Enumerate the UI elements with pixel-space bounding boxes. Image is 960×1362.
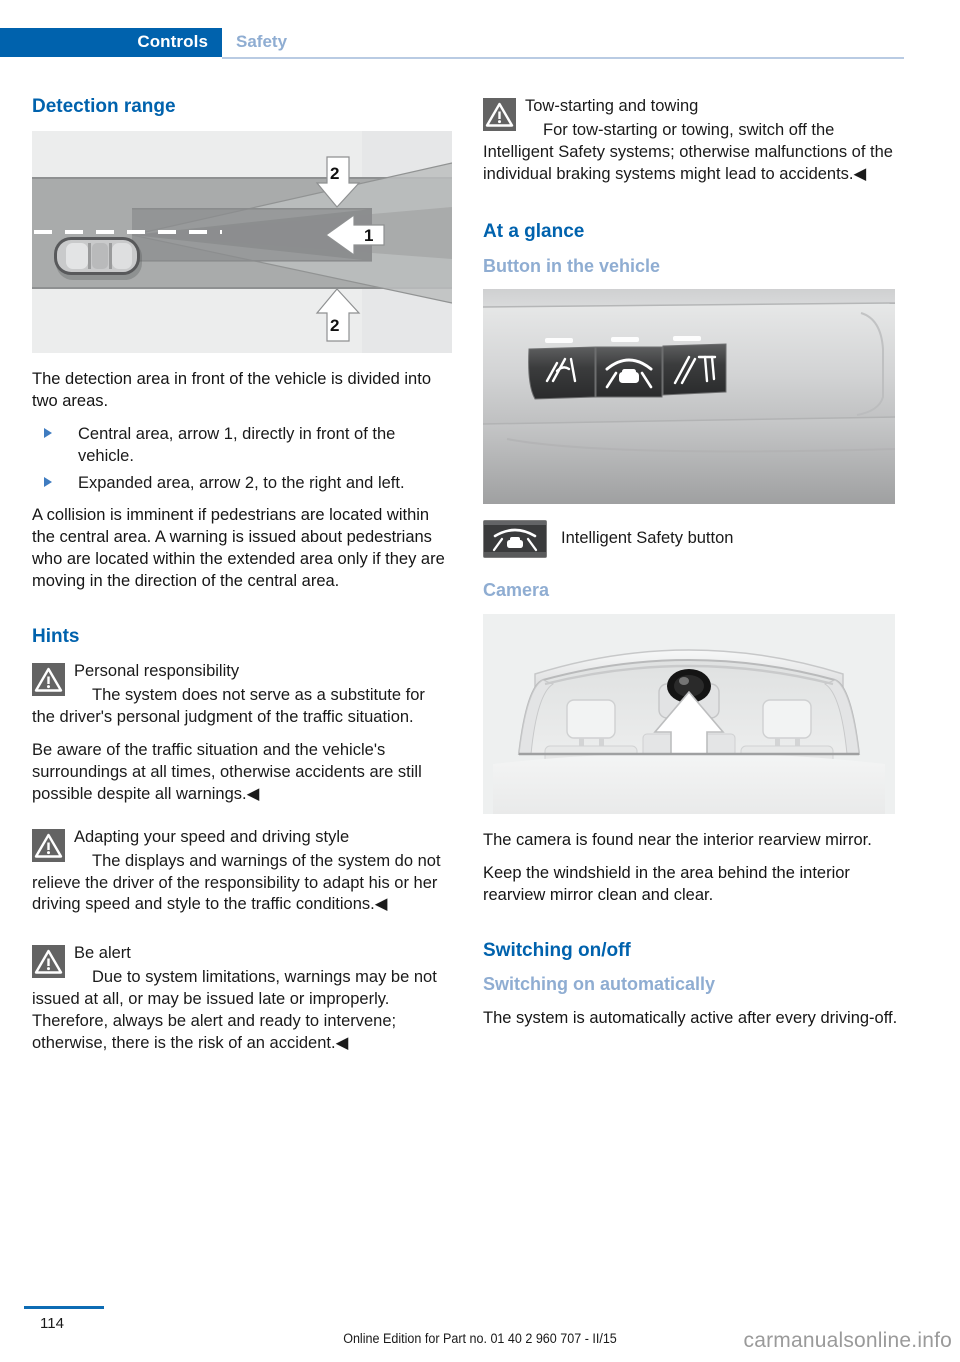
warning-be-alert: Be alert Due to system limitations, warn… xyxy=(32,943,452,1055)
page-header: Controls Safety xyxy=(0,0,960,60)
right-column: Tow-starting and towing For tow-starting… xyxy=(483,96,903,1041)
warning-title: Be alert xyxy=(74,944,131,963)
heading-switching-on-off: Switching on/off xyxy=(483,939,631,961)
vehicle-button-panel-photo xyxy=(483,289,895,505)
camera-paragraph-1: The camera is found near the interior re… xyxy=(483,830,872,849)
button-cluster xyxy=(528,343,727,400)
footer-rule xyxy=(24,1306,104,1309)
detection-intro-paragraph: The detection area in front of the vehic… xyxy=(32,369,431,410)
left-column: Detection range 1 2 2 The detection area… xyxy=(32,96,452,1068)
bullet-triangle-icon xyxy=(44,427,52,438)
heading-at-a-glance: At a glance xyxy=(483,220,585,242)
warning-text: The displays and warnings of the system … xyxy=(32,851,441,914)
warning-triangle-icon xyxy=(32,828,65,862)
car-icon xyxy=(54,236,142,280)
warning-triangle-icon xyxy=(483,98,516,131)
list-item: Central area, arrow 1, directly in front… xyxy=(32,424,452,468)
warning-continuation: Be aware of the traffic situation and th… xyxy=(32,740,422,803)
bullet-triangle-icon xyxy=(44,476,52,487)
tab-controls[interactable]: Controls xyxy=(0,28,222,57)
switching-paragraph: The system is automatically active after… xyxy=(483,1008,898,1027)
warning-title: Adapting your speed and driving style xyxy=(74,827,350,846)
heading-hints: Hints xyxy=(32,626,80,648)
detection-range-diagram: 1 2 2 xyxy=(32,130,452,353)
legend-intelligent-safety-button: Intelligent Safety button xyxy=(483,520,903,559)
intelligent-safety-button-icon xyxy=(483,520,547,559)
warning-triangle-icon xyxy=(32,945,65,979)
warning-title: Tow-starting and towing xyxy=(525,97,699,115)
warning-title: Personal responsibility xyxy=(74,662,240,681)
heading-detection-range: Detection range xyxy=(32,96,176,117)
svg-text:2: 2 xyxy=(330,164,339,183)
list-item-label: Expanded area, arrow 2, to the right and… xyxy=(78,473,405,492)
header-divider xyxy=(222,57,904,59)
legend-label: Intelligent Safety button xyxy=(561,529,734,548)
warning-text: For tow-starting or towing, switch off t… xyxy=(483,120,893,183)
warning-text: The system does not serve as a substitut… xyxy=(32,685,425,726)
list-item: Expanded area, arrow 2, to the right and… xyxy=(32,473,452,495)
warning-adapting-speed: Adapting your speed and driving style Th… xyxy=(32,827,452,917)
warning-triangle-icon xyxy=(32,663,65,697)
svg-text:2: 2 xyxy=(330,316,339,335)
heading-camera: Camera xyxy=(483,580,550,601)
warning-text: Due to system limitations, warnings may … xyxy=(32,968,437,1053)
detection-bullet-list: Central area, arrow 1, directly in front… xyxy=(32,424,452,495)
list-item-label: Central area, arrow 1, directly in front… xyxy=(78,424,396,465)
collision-paragraph: A collision is imminent if pedestrians a… xyxy=(32,506,445,591)
tab-controls-label: Controls xyxy=(137,32,208,51)
warning-personal-responsibility: Personal responsibility The system does … xyxy=(32,661,452,806)
camera-paragraph-2: Keep the windshield in the area behind t… xyxy=(483,863,850,904)
warning-tow-starting: Tow-starting and towing For tow-starting… xyxy=(483,96,903,186)
heading-button-in-vehicle: Button in the vehicle xyxy=(483,255,661,276)
watermark: carmanualsonline.info xyxy=(743,1329,952,1352)
page-number: 114 xyxy=(40,1315,64,1332)
svg-text:1: 1 xyxy=(364,226,373,245)
heading-switching-on-automatically: Switching on automatically xyxy=(483,974,716,995)
tab-safety[interactable]: Safety xyxy=(236,32,287,52)
windshield-camera-photo xyxy=(483,613,895,814)
